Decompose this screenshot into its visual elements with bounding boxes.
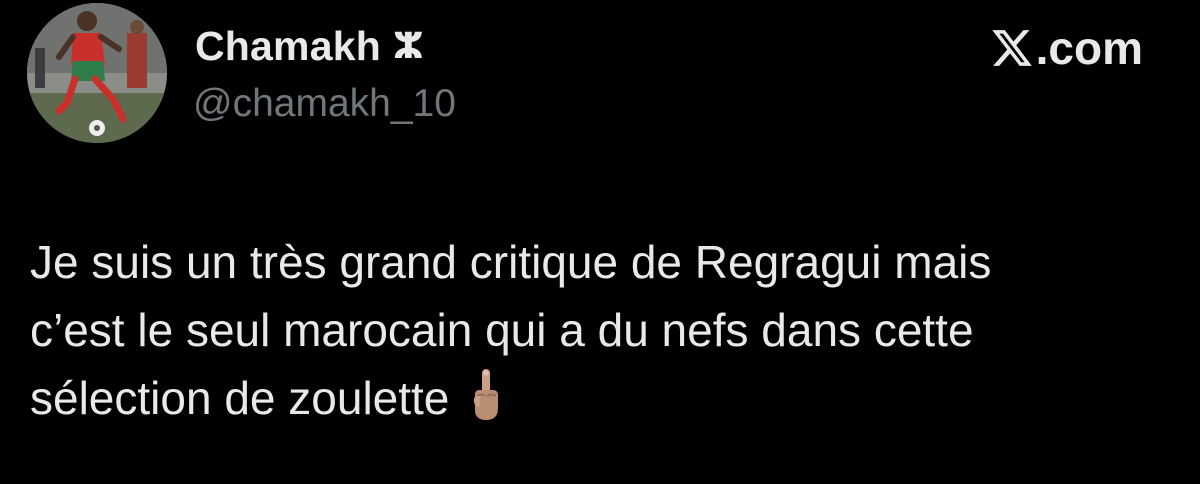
display-name: Chamakh xyxy=(195,22,381,69)
avatar-footballer-photo xyxy=(27,3,167,143)
tweet-text: Je suis un très grand critique de Regrag… xyxy=(30,228,1170,432)
tweet-card: Chamakh ⵣ @chamakh_10 .com Je suis un tr… xyxy=(0,0,1200,484)
tweet-line-last: sélection de zoulette xyxy=(30,364,1170,432)
tweet-line: Je suis un très grand critique de Regrag… xyxy=(30,236,992,288)
middle-finger-emoji xyxy=(474,369,499,420)
tweet-line: c’est le seul marocain qui a du nefs dan… xyxy=(30,304,974,356)
amazigh-symbol-icon: ⵣ xyxy=(392,25,424,67)
x-com-brand: .com xyxy=(990,20,1143,76)
brand-domain-text: .com xyxy=(1035,22,1143,74)
tweet-line-text: sélection de zoulette xyxy=(30,372,450,424)
author-name-row[interactable]: Chamakh ⵣ xyxy=(195,20,424,72)
author-handle[interactable]: @chamakh_10 xyxy=(193,82,456,126)
avatar[interactable] xyxy=(27,3,167,143)
x-logo-icon xyxy=(991,30,1032,66)
